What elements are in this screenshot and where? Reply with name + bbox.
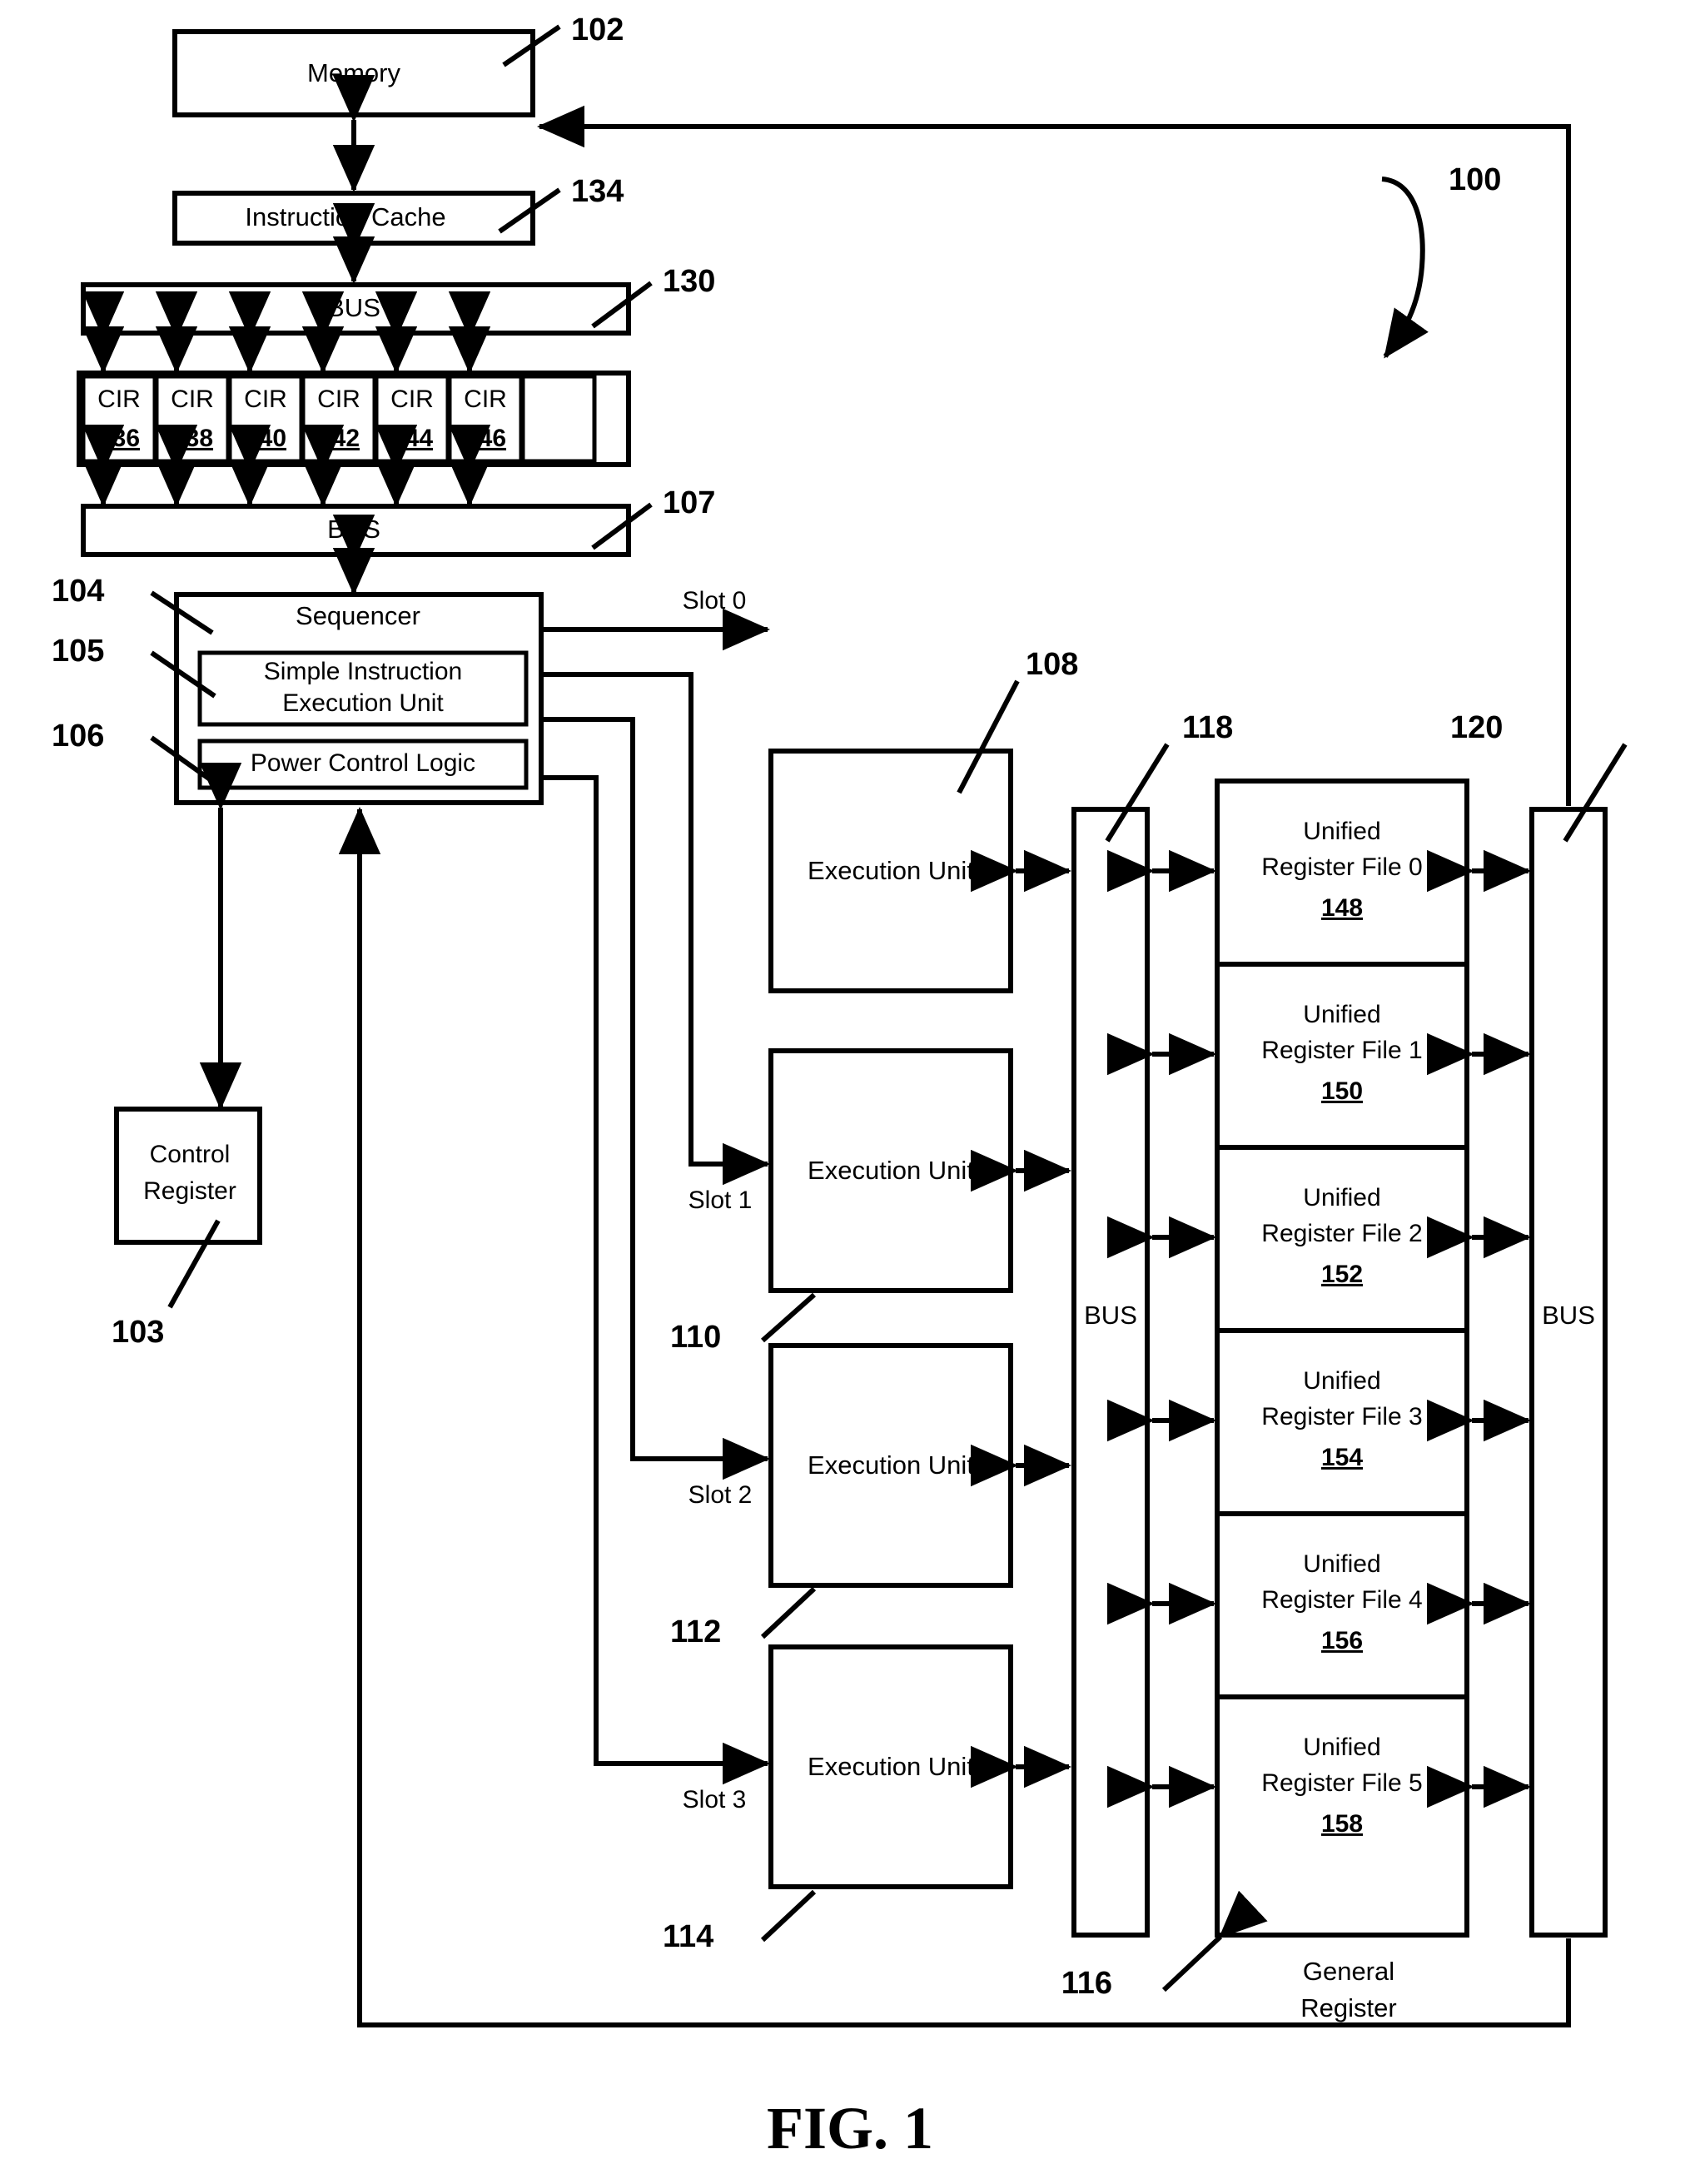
register-file-label2-5: Register File 5 <box>1261 1769 1422 1797</box>
sieu-ref: 105 <box>52 634 104 669</box>
register-file-label2-2: Register File 2 <box>1261 1220 1422 1247</box>
power-control-logic-label: Power Control Logic <box>251 749 475 777</box>
cir-to-bus-mid-arrows <box>82 425 491 507</box>
sequencer-label: Sequencer <box>296 601 420 630</box>
register-file-label1-3: Unified <box>1303 1367 1380 1395</box>
figure-caption: FIG. 1 <box>767 2095 933 2162</box>
instruction-cache-ref: 134 <box>571 174 624 209</box>
memory-label: Memory <box>307 58 400 87</box>
bus-mid-label: BUS <box>327 515 380 544</box>
cir-label-3: CIR <box>317 386 360 413</box>
control-register-label-line1: Control <box>150 1141 231 1168</box>
execution-unit-leader-1 <box>761 1292 816 1343</box>
cir-ref-2: 140 <box>245 425 286 452</box>
general-register-label-line1: General <box>1303 1957 1394 1986</box>
cir-label-5: CIR <box>464 386 507 413</box>
cir-ref-0: 136 <box>98 425 140 452</box>
execution-unit-leader-3 <box>760 1889 817 1943</box>
sequencer-ref: 104 <box>52 574 104 609</box>
slot2-wire <box>541 717 770 1480</box>
register-file-label2-0: Register File 0 <box>1261 853 1422 881</box>
slot2-label: Slot 2 <box>688 1481 753 1509</box>
execution-unit-ref-1: 110 <box>670 1320 721 1355</box>
control-register-label-line2: Register <box>143 1177 236 1205</box>
register-file-ref-0: 148 <box>1321 894 1363 922</box>
bus-top-label: BUS <box>327 293 380 322</box>
slot3-label: Slot 3 <box>683 1786 747 1813</box>
cir-label-0: CIR <box>97 386 141 413</box>
bus-mid-ref: 107 <box>663 485 715 520</box>
slot1-label: Slot 1 <box>688 1187 753 1214</box>
memory-ref: 102 <box>571 12 624 47</box>
slot0-label: Slot 0 <box>683 587 747 614</box>
sieu-label-line2: Execution Unit <box>282 689 444 717</box>
execution-unit-ref-2: 112 <box>670 1614 721 1649</box>
general-register-leader <box>1161 1890 1268 1992</box>
general-register-stack: Unified Register File 0 148 Unified Regi… <box>1215 779 1469 1938</box>
register-file-label1-2: Unified <box>1303 1184 1380 1211</box>
cir-label-2: CIR <box>244 386 287 413</box>
cir-block-6 <box>520 374 597 464</box>
general-register-label-line2: Register <box>1300 1993 1396 2022</box>
power-control-logic-ref: 106 <box>52 719 104 754</box>
system-ref: 100 <box>1449 162 1501 197</box>
bus-left-vertical-label: BUS <box>1084 1301 1137 1330</box>
bus-right-vertical-label: BUS <box>1542 1301 1595 1330</box>
instruction-cache-label: Instruction Cache <box>245 202 445 231</box>
system-leader-curve <box>1381 177 1429 359</box>
cir-label-4: CIR <box>390 386 434 413</box>
execution-unit-label-2: Execution Unit <box>808 1450 974 1480</box>
control-register-block <box>114 1107 262 1245</box>
general-register-ref: 116 <box>1061 1966 1112 2001</box>
control-register-ref: 103 <box>112 1315 164 1350</box>
register-file-ref-5: 158 <box>1321 1810 1363 1838</box>
register-file-ref-3: 154 <box>1321 1444 1363 1471</box>
bus118-regfile-arrows <box>1107 849 1216 1808</box>
sieu-label-line1: Simple Instruction <box>264 658 462 685</box>
bus-top-ref: 130 <box>663 264 715 299</box>
register-file-label1-4: Unified <box>1303 1550 1380 1578</box>
slot3-wire <box>541 775 770 1785</box>
register-file-label2-1: Register File 1 <box>1261 1037 1422 1064</box>
execution-unit-label-3: Execution Unit <box>808 1752 974 1781</box>
cir-ref-1: 138 <box>171 425 213 452</box>
bus-top-to-cir-arrows <box>82 291 491 374</box>
cir-ref-3: 142 <box>318 425 360 452</box>
register-file-ref-4: 156 <box>1321 1627 1363 1654</box>
cir-label-1: CIR <box>171 386 214 413</box>
register-file-label1-0: Unified <box>1303 818 1380 845</box>
register-file-label1-5: Unified <box>1303 1734 1380 1761</box>
register-file-ref-1: 150 <box>1321 1077 1363 1105</box>
execution-unit-label-1: Execution Unit <box>808 1156 974 1185</box>
cir-row: CIR 136 CIR 138 CIR 140 CIR 142 CIR 144 … <box>77 371 631 467</box>
slot1-wire <box>541 672 770 1186</box>
patent-figure: Memory 102 Instruction Cache 134 BUS 130… <box>0 0 1700 2184</box>
register-file-label1-1: Unified <box>1303 1001 1380 1028</box>
bus-right-vertical-block <box>1529 807 1608 1938</box>
execution-unit-leader-2 <box>760 1586 817 1639</box>
execution-unit-ref-3: 114 <box>663 1919 713 1954</box>
register-file-label2-3: Register File 3 <box>1261 1403 1422 1430</box>
regfile-bus120-arrows <box>1427 849 1531 1808</box>
register-file-label2-4: Register File 4 <box>1261 1586 1422 1614</box>
execution-unit-ref-0: 108 <box>1026 647 1078 682</box>
cir-ref-4: 144 <box>391 425 433 452</box>
bus-left-vertical-block <box>1071 807 1150 1938</box>
eu-bus118-arrows <box>971 849 1071 1788</box>
bus120-to-memory-wire <box>537 105 1571 806</box>
bus-left-vertical-ref: 118 <box>1182 710 1233 745</box>
figure-canvas: Memory 102 Instruction Cache 134 BUS 130… <box>52 12 1628 2162</box>
execution-unit-label-0: Execution Unit <box>808 856 974 885</box>
bus-right-vertical-ref: 120 <box>1450 710 1503 745</box>
register-file-ref-2: 152 <box>1321 1261 1363 1288</box>
cir-ref-5: 146 <box>465 425 506 452</box>
